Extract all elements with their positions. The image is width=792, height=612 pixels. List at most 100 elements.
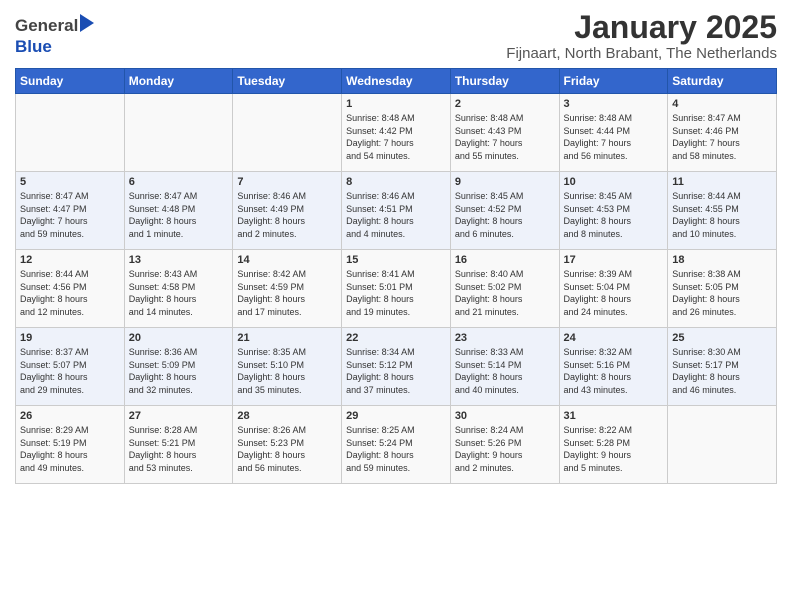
day-number: 20 [129,332,229,344]
cell-content-line: Sunset: 5:12 PM [346,359,446,372]
column-header-friday: Friday [559,69,668,94]
day-number: 17 [564,254,664,266]
cell-content-line: Daylight: 8 hours [346,449,446,462]
cell-content-line: and 5 minutes. [564,462,664,475]
day-number: 30 [455,410,555,422]
cell-content-line: Sunrise: 8:35 AM [237,346,337,359]
cell-content-line: Sunrise: 8:38 AM [672,268,772,281]
calendar-cell: 29Sunrise: 8:25 AMSunset: 5:24 PMDayligh… [342,406,451,484]
calendar-cell: 5Sunrise: 8:47 AMSunset: 4:47 PMDaylight… [16,172,125,250]
calendar-cell: 19Sunrise: 8:37 AMSunset: 5:07 PMDayligh… [16,328,125,406]
cell-content-line: Sunrise: 8:33 AM [455,346,555,359]
cell-content-line: Sunrise: 8:29 AM [20,424,120,437]
cell-content-line: Daylight: 8 hours [237,449,337,462]
cell-content-line: and 2 minutes. [455,462,555,475]
cell-content-line: Daylight: 8 hours [20,449,120,462]
cell-content-line: and 1 minute. [129,228,229,241]
calendar-cell [16,94,125,172]
day-number: 6 [129,176,229,188]
cell-content-line: Sunset: 5:09 PM [129,359,229,372]
cell-content-line: Sunset: 4:51 PM [346,203,446,216]
day-number: 22 [346,332,446,344]
calendar-body: 1Sunrise: 8:48 AMSunset: 4:42 PMDaylight… [16,94,777,484]
column-header-tuesday: Tuesday [233,69,342,94]
calendar-cell: 25Sunrise: 8:30 AMSunset: 5:17 PMDayligh… [668,328,777,406]
day-number: 26 [20,410,120,422]
cell-content-line: Daylight: 8 hours [564,215,664,228]
cell-content-line: Daylight: 8 hours [237,371,337,384]
cell-content-line: Daylight: 9 hours [564,449,664,462]
cell-content-line: Daylight: 7 hours [564,137,664,150]
calendar-cell: 7Sunrise: 8:46 AMSunset: 4:49 PMDaylight… [233,172,342,250]
day-number: 11 [672,176,772,188]
cell-content-line: Sunset: 4:53 PM [564,203,664,216]
cell-content-line: and 53 minutes. [129,462,229,475]
day-number: 5 [20,176,120,188]
calendar-cell: 2Sunrise: 8:48 AMSunset: 4:43 PMDaylight… [450,94,559,172]
cell-content-line: and 58 minutes. [672,150,772,163]
header: General Blue January 2025 Fijnaart, Nort… [15,10,777,62]
cell-content-line: Sunrise: 8:47 AM [129,190,229,203]
cell-content-line: Daylight: 8 hours [237,215,337,228]
day-number: 18 [672,254,772,266]
calendar-week-row: 5 Sunrise: 8:47 AM Sunset: 4:47 PM Daylight… [16,172,777,250]
cell-content-line: Sunset: 4:47 PM [20,203,120,216]
cell-content-line: and 43 minutes. [564,384,664,397]
cell-content-line: Sunrise: 8:48 AM [564,112,664,125]
cell-content-line: Daylight: 7 hours [672,137,772,150]
cell-content-line: Sunset: 5:16 PM [564,359,664,372]
cell-content-line: Sunset: 5:24 PM [346,437,446,450]
title-block: January 2025 Fijnaart, North Brabant, Th… [506,10,777,62]
cell-content-line: and 12 minutes. [20,306,120,319]
calendar-cell: 21Sunrise: 8:35 AMSunset: 5:10 PMDayligh… [233,328,342,406]
cell-content-line: Sunset: 5:10 PM [237,359,337,372]
cell-content-line: and 46 minutes. [672,384,772,397]
cell-content-line: Daylight: 8 hours [346,371,446,384]
calendar-cell [124,94,233,172]
cell-content-line: Daylight: 8 hours [346,215,446,228]
cell-content-line: Daylight: 8 hours [129,293,229,306]
cell-content-line: Sunset: 4:49 PM [237,203,337,216]
calendar-cell [233,94,342,172]
cell-content-line: Sunset: 4:43 PM [455,125,555,138]
cell-content-line: and 2 minutes. [237,228,337,241]
calendar-cell: 27Sunrise: 8:28 AMSunset: 5:21 PMDayligh… [124,406,233,484]
logo: General Blue [15,14,94,57]
calendar-cell: 3Sunrise: 8:48 AMSunset: 4:44 PMDaylight… [559,94,668,172]
calendar-week-row: 1Sunrise: 8:48 AMSunset: 4:42 PMDaylight… [16,94,777,172]
day-number: 12 [20,254,120,266]
cell-content-line: and 49 minutes. [20,462,120,475]
calendar-header-row: SundayMondayTuesdayWednesdayThursdayFrid… [16,69,777,94]
day-number: 13 [129,254,229,266]
day-number: 3 [564,98,664,110]
column-header-thursday: Thursday [450,69,559,94]
day-number: 15 [346,254,446,266]
calendar-cell: 14Sunrise: 8:42 AMSunset: 4:59 PMDayligh… [233,250,342,328]
calendar-cell: 23Sunrise: 8:33 AMSunset: 5:14 PMDayligh… [450,328,559,406]
cell-content-line: and 4 minutes. [346,228,446,241]
cell-content-line: Sunset: 4:42 PM [346,125,446,138]
cell-content-line: and 35 minutes. [237,384,337,397]
day-number: 2 [455,98,555,110]
cell-content-line: Sunrise: 8:45 AM [564,190,664,203]
calendar-cell: 4Sunrise: 8:47 AMSunset: 4:46 PMDaylight… [668,94,777,172]
calendar-cell: 26Sunrise: 8:29 AMSunset: 5:19 PMDayligh… [16,406,125,484]
cell-content-line: Sunset: 4:58 PM [129,281,229,294]
cell-content-line: Daylight: 8 hours [20,293,120,306]
calendar-cell: 6Sunrise: 8:47 AMSunset: 4:48 PMDaylight… [124,172,233,250]
cell-content-line: Sunset: 5:28 PM [564,437,664,450]
cell-content-line: and 54 minutes. [346,150,446,163]
cell-content-line: Daylight: 8 hours [20,371,120,384]
cell-content-line: Sunset: 5:01 PM [346,281,446,294]
calendar-cell [668,406,777,484]
calendar-cell: 12Sunrise: 8:44 AMSunset: 4:56 PMDayligh… [16,250,125,328]
column-header-monday: Monday [124,69,233,94]
cell-content-line: Daylight: 8 hours [672,293,772,306]
calendar-cell: 18Sunrise: 8:38 AMSunset: 5:05 PMDayligh… [668,250,777,328]
cell-content-line: Sunset: 4:48 PM [129,203,229,216]
calendar-cell: 20Sunrise: 8:36 AMSunset: 5:09 PMDayligh… [124,328,233,406]
cell-content-line: Sunset: 5:02 PM [455,281,555,294]
cell-content-line: Sunset: 4:56 PM [20,281,120,294]
main-container: General Blue January 2025 Fijnaart, Nort… [0,0,792,489]
cell-content-line: Daylight: 8 hours [346,293,446,306]
